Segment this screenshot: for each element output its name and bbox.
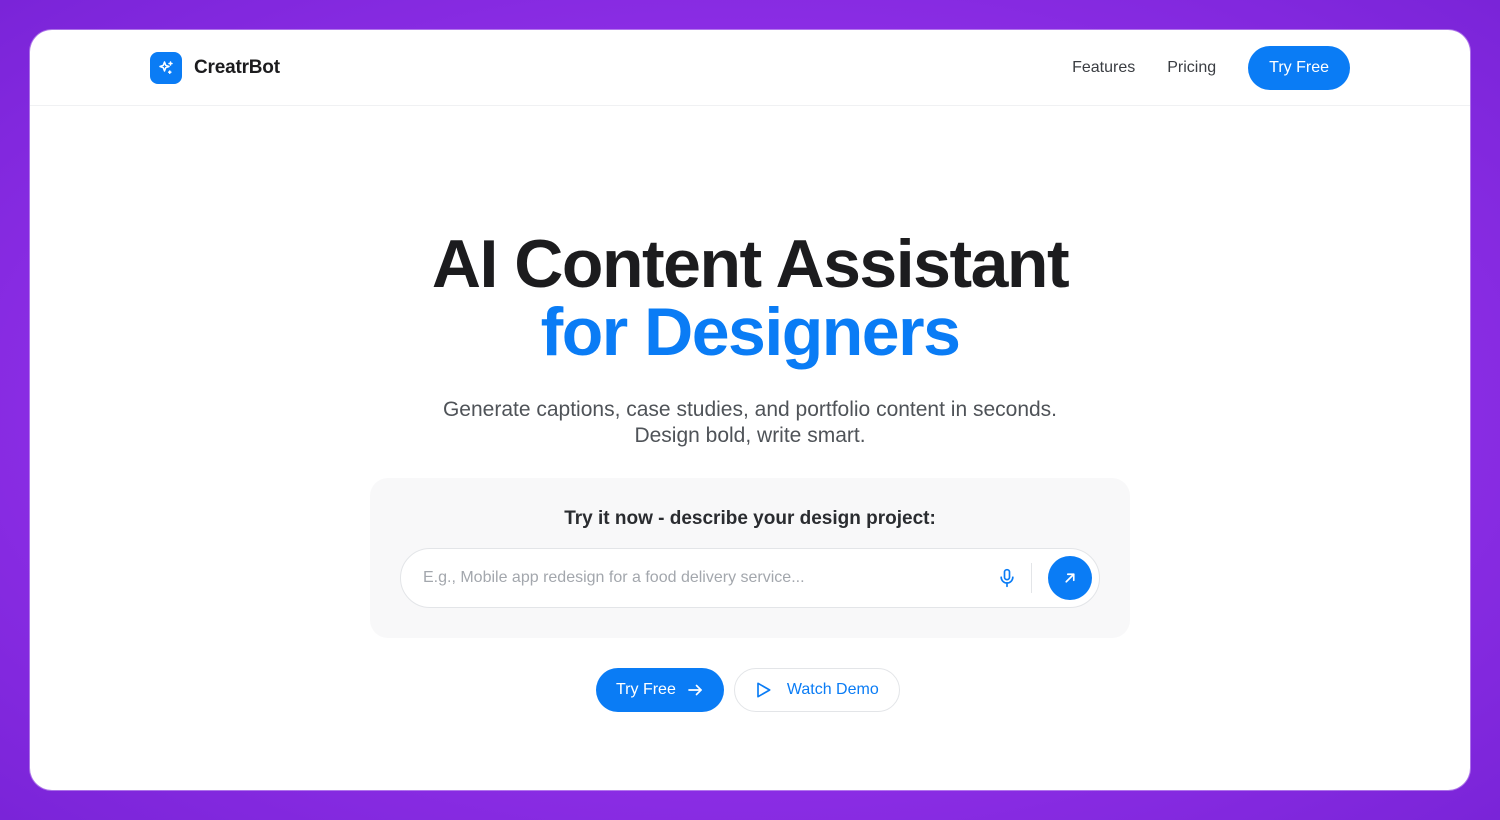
hero-title-line-1: AI Content Assistant	[431, 226, 1070, 302]
microphone-icon[interactable]	[995, 566, 1019, 590]
arrow-up-right-icon	[1061, 569, 1079, 587]
project-description-input[interactable]	[423, 549, 983, 607]
hero-title-line-2: for Designers	[540, 294, 961, 370]
watch-demo-button[interactable]: Watch Demo	[733, 668, 900, 712]
hero-subtitle: Generate captions, case studies, and por…	[30, 397, 1470, 449]
site-header: CreatrBot Features Pricing Try Free	[30, 30, 1470, 106]
sparkle-icon	[150, 52, 182, 84]
nav-link-pricing[interactable]: Pricing	[1167, 59, 1216, 77]
arrow-right-icon	[686, 681, 704, 699]
cta-row: Try Free Watch Demo	[596, 668, 900, 712]
prompt-card: Try it now - describe your design projec…	[370, 478, 1130, 638]
input-divider	[1031, 563, 1032, 593]
try-free-button[interactable]: Try Free	[596, 668, 724, 712]
hero-subtitle-line-2: Design bold, write smart.	[634, 424, 866, 447]
send-button[interactable]	[1048, 556, 1092, 600]
nav-link-features[interactable]: Features	[1072, 59, 1135, 77]
main-nav: Features Pricing Try Free	[1072, 46, 1350, 90]
app-window: CreatrBot Features Pricing Try Free AI C…	[30, 30, 1470, 790]
play-icon	[753, 680, 773, 700]
prompt-title: Try it now - describe your design projec…	[564, 508, 936, 529]
brand-name: CreatrBot	[194, 57, 280, 78]
prompt-input-container	[400, 548, 1100, 608]
try-free-label: Try Free	[616, 681, 676, 698]
brand[interactable]: CreatrBot	[150, 52, 280, 84]
header-try-free-button[interactable]: Try Free	[1248, 46, 1350, 90]
hero-subtitle-line-1: Generate captions, case studies, and por…	[442, 398, 1058, 421]
watch-demo-label: Watch Demo	[786, 681, 879, 698]
